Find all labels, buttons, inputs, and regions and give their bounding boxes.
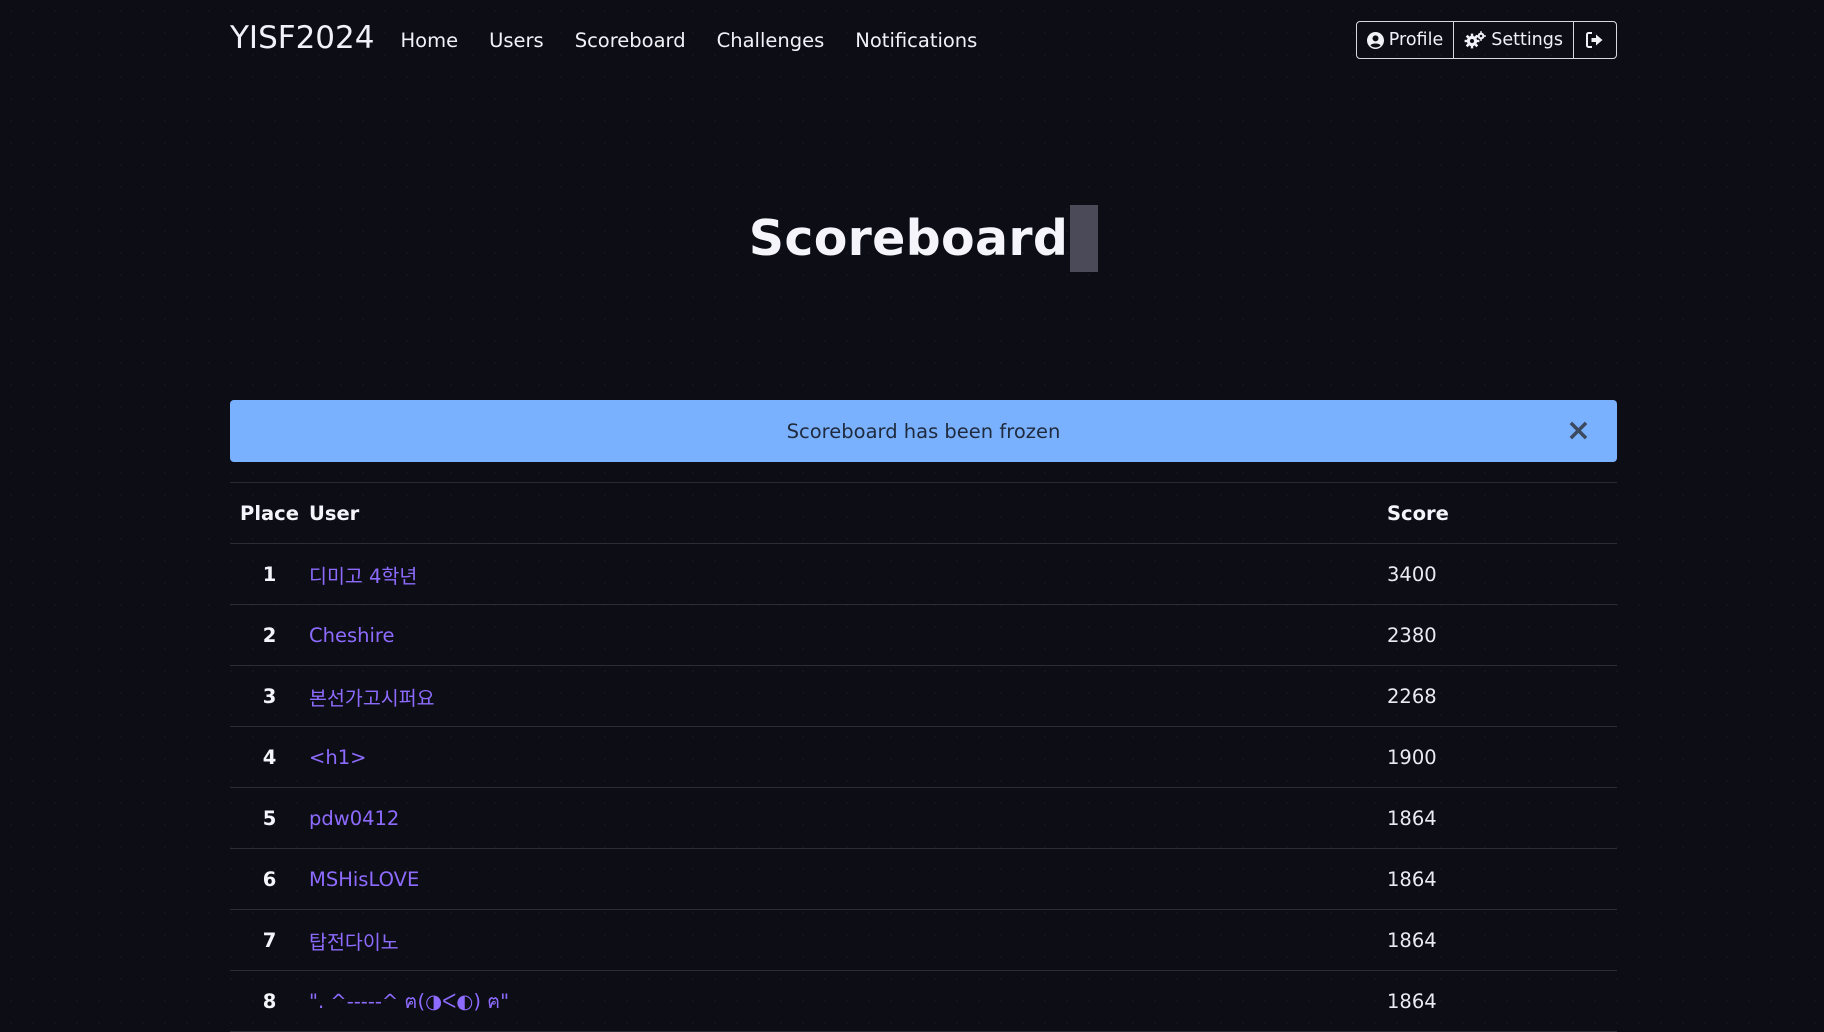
table-row: 4 <h1> 1900 [230,726,1617,788]
brand-logo[interactable]: YISF2024 [230,20,374,56]
row-score: 1864 [1387,909,1617,971]
user-link[interactable]: MSHisLOVE [309,868,419,891]
user-button-group: Profile Settings [1355,21,1617,59]
sign-out-icon [1586,32,1604,48]
page-title: Scoreboard [748,205,1099,272]
table-row: 7 탑전다이노 1864 [230,909,1617,971]
nav-link-challenges[interactable]: Challenges [717,29,825,52]
user-link[interactable]: <h1> [309,746,366,769]
table-row: 2 Cheshire 2380 [230,604,1617,666]
profile-label: Profile [1388,30,1444,50]
row-score: 2380 [1387,604,1617,666]
table-row: 6 MSHisLOVE 1864 [230,848,1617,910]
nav-link-home[interactable]: Home [400,29,458,52]
row-place: 5 [230,787,309,849]
user-link[interactable]: Cheshire [309,624,395,647]
row-place: 1 [230,543,309,605]
user-link[interactable]: pdw0412 [309,807,399,830]
row-user: ". ^-----^ ฅ(◑ᐸ◐) ฅ" [309,970,1387,1032]
header-score: Score [1387,482,1617,544]
row-score: 1900 [1387,726,1617,788]
row-user: 탑전다이노 [309,909,1387,971]
row-user: Cheshire [309,604,1387,666]
table-row: 1 디미고 4학년 3400 [230,543,1617,605]
row-user: 디미고 4학년 [309,543,1387,605]
row-place: 7 [230,909,309,971]
row-score: 1864 [1387,848,1617,910]
row-user: 본선가고시퍼요 [309,665,1387,727]
header-place: Place [230,482,309,544]
gears-icon [1464,31,1487,49]
row-place: 2 [230,604,309,666]
row-score: 2268 [1387,665,1617,727]
row-place: 8 [230,970,309,1032]
row-score: 1864 [1387,970,1617,1032]
profile-button[interactable]: Profile [1357,22,1455,58]
row-user: MSHisLOVE [309,848,1387,910]
top-navbar: YISF2024 Home Users Scoreboard Challenge… [230,0,1617,80]
settings-label: Settings [1491,30,1563,50]
close-icon[interactable]: × [1566,416,1591,446]
row-place: 6 [230,848,309,910]
row-user: <h1> [309,726,1387,788]
page-header: Scoreboard [230,205,1617,272]
row-score: 1864 [1387,787,1617,849]
user-link[interactable]: ". ^-----^ ฅ(◑ᐸ◐) ฅ" [309,990,509,1013]
logout-button[interactable] [1574,22,1616,58]
nav-link-scoreboard[interactable]: Scoreboard [575,29,686,52]
row-place: 4 [230,726,309,788]
table-row: 3 본선가고시퍼요 2268 [230,665,1617,727]
user-link[interactable]: 디미고 4학년 [309,565,417,588]
nav-link-users[interactable]: Users [489,29,544,52]
row-place: 3 [230,665,309,727]
user-circle-icon [1366,31,1384,49]
nav-link-notifications[interactable]: Notifications [855,29,977,52]
nav-links: Home Users Scoreboard Challenges Notific… [400,29,1008,52]
scoreboard-table: Place User Score 1 디미고 4학년 3400 2 Cheshi… [230,482,1617,1032]
row-user: pdw0412 [309,787,1387,849]
table-row: 8 ". ^-----^ ฅ(◑ᐸ◐) ฅ" 1864 [230,970,1617,1032]
page-title-text: Scoreboard [748,210,1069,267]
header-user: User [309,482,1387,544]
frozen-alert: Scoreboard has been frozen × [230,400,1617,462]
page-container: YISF2024 Home Users Scoreboard Challenge… [230,0,1617,1032]
table-header-row: Place User Score [230,482,1617,544]
alert-message: Scoreboard has been frozen [786,419,1061,443]
settings-button[interactable]: Settings [1454,22,1574,58]
table-row: 5 pdw0412 1864 [230,787,1617,849]
user-link[interactable]: 본선가고시퍼요 [309,687,435,710]
row-score: 3400 [1387,543,1617,605]
typing-cursor [1070,205,1099,272]
user-link[interactable]: 탑전다이노 [309,931,399,954]
